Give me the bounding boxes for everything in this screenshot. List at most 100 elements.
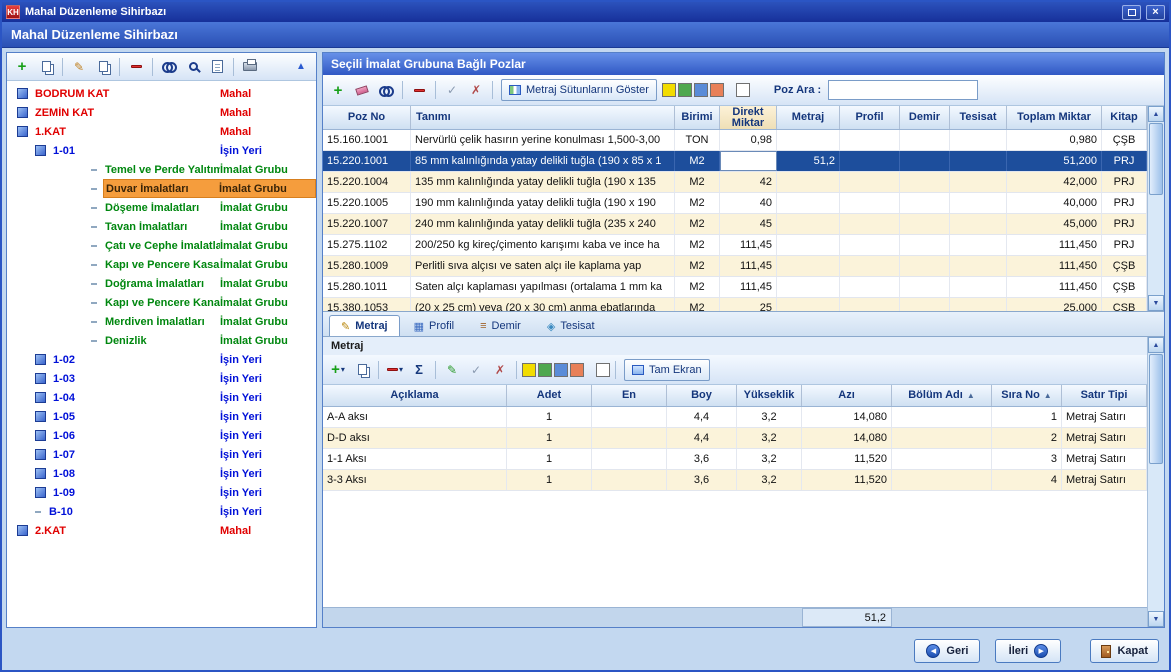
preview-button[interactable] bbox=[182, 56, 204, 78]
column-header[interactable]: Kitap bbox=[1102, 106, 1147, 129]
poz-find-button[interactable] bbox=[375, 79, 397, 101]
tam-ekran-button[interactable]: Tam Ekran bbox=[624, 359, 710, 381]
tree-item-body[interactable]: 1-02İşin Yeri bbox=[51, 350, 316, 369]
tab-metraj[interactable]: ✎Metraj bbox=[329, 315, 400, 336]
poz-clear-button[interactable] bbox=[351, 79, 373, 101]
add-button[interactable]: + bbox=[11, 56, 33, 78]
column-header[interactable]: Birimi bbox=[675, 106, 720, 129]
tree-item-body[interactable]: Duvar İmalatlarıİmalat Grubu bbox=[103, 179, 316, 198]
tree-item[interactable]: Kapı ve Pencere Kasalarıİmalat Grubu bbox=[7, 255, 316, 274]
tree-item-body[interactable]: Kapı ve Pencere Kanatlarıİmalat Grubu bbox=[103, 293, 316, 312]
orange-swatch[interactable] bbox=[570, 363, 584, 377]
green-swatch[interactable] bbox=[538, 363, 552, 377]
tree-item-body[interactable]: B-10İşin Yeri bbox=[47, 502, 316, 521]
poz-row[interactable]: 15.280.1011Saten alçı kaplaması yapılmas… bbox=[323, 277, 1147, 298]
tree-item[interactable]: B-10İşin Yeri bbox=[7, 502, 316, 521]
tree-node-icon[interactable] bbox=[17, 525, 28, 536]
tree-node-icon[interactable] bbox=[17, 126, 28, 137]
tree-item[interactable]: 1.KATMahal bbox=[7, 122, 316, 141]
tree-node-icon[interactable] bbox=[17, 88, 28, 99]
metraj-accept-button[interactable]: ✓ bbox=[465, 359, 487, 381]
tree-item-body[interactable]: Temel ve Perde Yalıtımıİmalat Grubu bbox=[103, 160, 316, 179]
tree-item[interactable]: ZEMİN KATMahal bbox=[7, 103, 316, 122]
blue-swatch[interactable] bbox=[694, 83, 708, 97]
scroll-thumb[interactable] bbox=[1149, 123, 1163, 195]
tree-item-body[interactable]: Döşeme İmalatlarıİmalat Grubu bbox=[103, 198, 316, 217]
tree-item[interactable]: Döşeme İmalatlarıİmalat Grubu bbox=[7, 198, 316, 217]
tree-item-body[interactable]: 1.KATMahal bbox=[33, 122, 316, 141]
tree-item[interactable]: 2.KATMahal bbox=[7, 521, 316, 540]
tree-item[interactable]: Merdiven İmalatlarıİmalat Grubu bbox=[7, 312, 316, 331]
poz-row[interactable]: 15.275.1102200/250 kg kireç/çimento karı… bbox=[323, 235, 1147, 256]
metraj-row[interactable]: D-D aksı14,43,214,0802Metraj Satırı bbox=[323, 428, 1147, 449]
metraj-row[interactable]: 1-1 Aksı13,63,211,5203Metraj Satırı bbox=[323, 449, 1147, 470]
column-header[interactable]: Metraj bbox=[777, 106, 840, 129]
metraj-delete-button[interactable]: ▾ bbox=[384, 359, 406, 381]
tree-node-icon[interactable] bbox=[35, 430, 46, 441]
column-header[interactable]: Toplam Miktar bbox=[1007, 106, 1102, 129]
delete-button[interactable] bbox=[125, 56, 147, 78]
edit-button[interactable]: ✎ bbox=[68, 56, 90, 78]
report-button[interactable] bbox=[206, 56, 228, 78]
yellow-swatch[interactable] bbox=[522, 363, 536, 377]
column-header[interactable]: Tesisat bbox=[950, 106, 1007, 129]
ileri-button[interactable]: İleri ▶ bbox=[995, 639, 1061, 663]
geri-button[interactable]: ◀ Geri bbox=[914, 639, 980, 663]
tree-item-body[interactable]: 1-03İşin Yeri bbox=[51, 369, 316, 388]
tree-item[interactable]: 1-01İşin Yeri bbox=[7, 141, 316, 160]
scroll-up-button[interactable]: ▲ bbox=[1148, 106, 1164, 122]
tree-node-icon[interactable] bbox=[35, 145, 46, 156]
column-header[interactable]: Direkt Miktar bbox=[720, 106, 777, 129]
tree-item[interactable]: 1-05İşin Yeri bbox=[7, 407, 316, 426]
column-header[interactable]: Poz No bbox=[323, 106, 411, 129]
tree-item-body[interactable]: 1-06İşin Yeri bbox=[51, 426, 316, 445]
tree-item-body[interactable]: 1-05İşin Yeri bbox=[51, 407, 316, 426]
tree-item[interactable]: Doğrama İmalatlarıİmalat Grubu bbox=[7, 274, 316, 293]
column-header[interactable]: Demir bbox=[900, 106, 950, 129]
scroll-track[interactable] bbox=[1148, 196, 1164, 295]
add-child-button[interactable] bbox=[35, 56, 57, 78]
scroll-down-button[interactable]: ▼ bbox=[1148, 611, 1164, 627]
tab-profil[interactable]: ▦Profil bbox=[402, 315, 466, 336]
scroll-up-button[interactable]: ▲ bbox=[1148, 337, 1164, 353]
column-header[interactable]: Bölüm Adı▲ bbox=[892, 385, 992, 406]
metraj-row[interactable]: 3-3 Aksı13,63,211,5204Metraj Satırı bbox=[323, 470, 1147, 491]
tree-item-body[interactable]: Doğrama İmalatlarıİmalat Grubu bbox=[103, 274, 316, 293]
tree-item-body[interactable]: Tavan İmalatlarıİmalat Grubu bbox=[103, 217, 316, 236]
tree-item-body[interactable]: Merdiven İmalatlarıİmalat Grubu bbox=[103, 312, 316, 331]
tree-item-body[interactable]: Denizlikİmalat Grubu bbox=[103, 331, 316, 350]
poz-delete-button[interactable] bbox=[408, 79, 430, 101]
white-swatch[interactable] bbox=[736, 83, 750, 97]
tree-item[interactable]: 1-09İşin Yeri bbox=[7, 483, 316, 502]
tree-item-body[interactable]: 1-04İşin Yeri bbox=[51, 388, 316, 407]
tree-item-body[interactable]: 1-01İşin Yeri bbox=[51, 141, 316, 160]
tree-item[interactable]: 1-02İşin Yeri bbox=[7, 350, 316, 369]
tree-item[interactable]: 1-03İşin Yeri bbox=[7, 369, 316, 388]
metraj-edit-button[interactable]: ✎ bbox=[441, 359, 463, 381]
tree-item-body[interactable]: 1-07İşin Yeri bbox=[51, 445, 316, 464]
tree-item[interactable]: 1-04İşin Yeri bbox=[7, 388, 316, 407]
metraj-cancel-button[interactable]: ✗ bbox=[489, 359, 511, 381]
tree-node-icon[interactable] bbox=[35, 468, 46, 479]
metraj-add-button[interactable]: +▾ bbox=[327, 359, 349, 381]
tree-node-icon[interactable] bbox=[35, 449, 46, 460]
pozlar-scrollbar[interactable]: ▲ ▼ bbox=[1147, 106, 1164, 311]
maximize-button[interactable] bbox=[1122, 5, 1141, 20]
tree-item[interactable]: 1-06İşin Yeri bbox=[7, 426, 316, 445]
column-header[interactable]: Tanımı bbox=[411, 106, 675, 129]
find-button[interactable] bbox=[158, 56, 180, 78]
tree-node-icon[interactable] bbox=[17, 107, 28, 118]
column-header[interactable]: Boy bbox=[667, 385, 737, 406]
tree-node-icon[interactable] bbox=[35, 373, 46, 384]
tree-node-icon[interactable] bbox=[35, 354, 46, 365]
column-header[interactable]: Satır Tipi bbox=[1062, 385, 1147, 406]
metraj-row[interactable]: A-A aksı14,43,214,0801Metraj Satırı bbox=[323, 407, 1147, 428]
tree-item[interactable]: Çatı ve Cephe İmalatlarıİmalat Grubu bbox=[7, 236, 316, 255]
tree-item-body[interactable]: 2.KATMahal bbox=[33, 521, 316, 540]
tree-item[interactable]: Tavan İmalatlarıİmalat Grubu bbox=[7, 217, 316, 236]
tree-node-icon[interactable] bbox=[35, 392, 46, 403]
tree-node-icon[interactable] bbox=[35, 411, 46, 422]
scroll-down-button[interactable]: ▼ bbox=[1148, 295, 1164, 311]
yellow-swatch[interactable] bbox=[662, 83, 676, 97]
print-button[interactable] bbox=[239, 56, 261, 78]
